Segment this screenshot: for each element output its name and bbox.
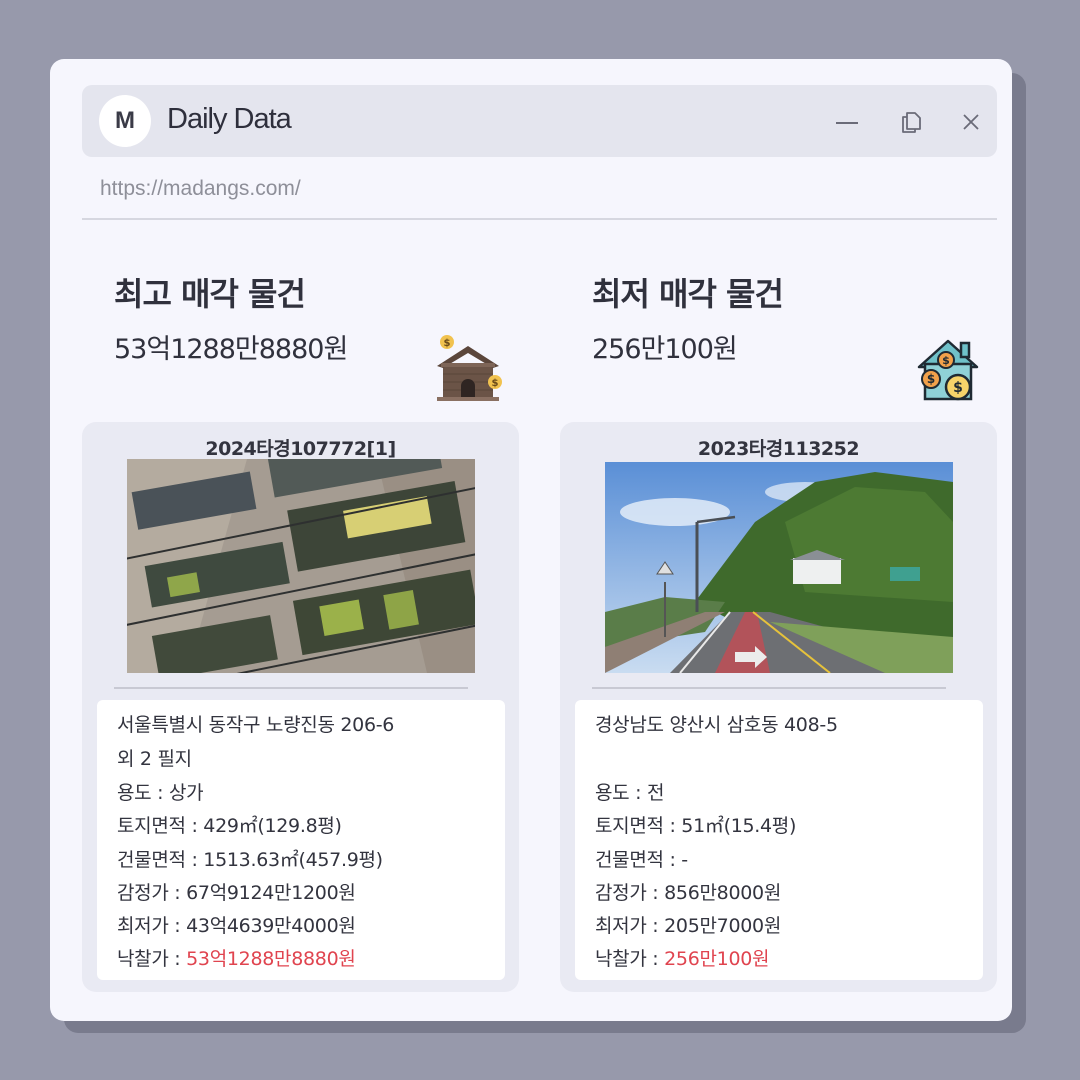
winning-bid-value: 256만100원 — [664, 948, 770, 970]
close-button[interactable] — [956, 107, 986, 137]
usage: 용도 : 상가 — [117, 782, 204, 804]
svg-text:$: $ — [953, 380, 963, 396]
minimum-price: 최저가 : 43억4639만4000원 — [117, 915, 356, 937]
case-number[interactable]: 2024타경107772[1] — [82, 434, 519, 461]
svg-text:$: $ — [942, 354, 950, 367]
house-coins-icon: $ $ $ — [917, 339, 979, 401]
highest-price: 53억1288만8880원 — [114, 334, 348, 365]
land-area: 토지면적 : 429㎡(129.8평) — [117, 815, 342, 837]
close-icon — [963, 114, 979, 130]
svg-text:$: $ — [444, 338, 451, 349]
restore-button[interactable] — [896, 107, 926, 137]
property-info: 경상남도 양산시 삼호동 408-5 용도 : 전 토지면적 : 51㎡(15.… — [575, 700, 983, 980]
app-window: M Daily Data https://madangs.com/ 최고 매각 … — [50, 59, 1012, 1021]
address-line-1: 서울특별시 동작구 노량진동 206-6 — [117, 714, 395, 736]
url-text[interactable]: https://madangs.com/ — [100, 177, 301, 201]
usage: 용도 : 전 — [595, 782, 665, 804]
lowest-property-card[interactable]: 2023타경113252 경상남도 양산시 삼호동 408-5 용도: 전 토… — [560, 422, 997, 992]
property-photo[interactable] — [127, 459, 475, 673]
lowest-heading: 최저 매각 물건 — [592, 275, 784, 313]
highest-property-card[interactable]: 2024타경107772[1] 서울특별시 동작구 노량진동 206-6 외 2… — [82, 422, 519, 992]
minimize-icon — [836, 122, 858, 124]
card-divider — [592, 687, 946, 689]
winning-bid-value: 53억1288만8880원 — [186, 948, 356, 970]
house-money-icon: $ $ — [437, 335, 502, 401]
appraisal-price: 감정가 : 856만8000원 — [595, 882, 781, 904]
winning-bid-label: 낙찰가 : — [117, 948, 187, 970]
app-logo: M — [99, 95, 151, 147]
winning-bid-label: 낙찰가 : — [595, 948, 665, 970]
card-divider — [114, 687, 468, 689]
header-divider — [82, 218, 997, 220]
winning-bid: 낙찰가 : 53억1288만8880원 — [117, 944, 356, 971]
appraisal-price: 감정가 : 67억9124만1200원 — [117, 882, 356, 904]
lowest-price: 256만100원 — [592, 334, 738, 365]
svg-text:$: $ — [492, 378, 499, 389]
address-line-2: 외 2 필지 — [117, 748, 192, 770]
property-photo[interactable] — [605, 462, 953, 673]
svg-text:$: $ — [927, 372, 935, 386]
case-number[interactable]: 2023타경113252 — [560, 434, 997, 461]
building-area: 건물면적 : 1513.63㎡(457.9평) — [117, 849, 383, 871]
minimize-button[interactable] — [832, 107, 862, 137]
minimum-price: 최저가 : 205만7000원 — [595, 915, 781, 937]
building-area: 건물면적 : - — [595, 849, 688, 871]
winning-bid: 낙찰가 : 256만100원 — [595, 944, 770, 971]
property-info: 서울특별시 동작구 노량진동 206-6 외 2 필지 용도 : 상가 토지면적… — [97, 700, 505, 980]
app-title: Daily Data — [167, 103, 292, 135]
address-line-1: 경상남도 양산시 삼호동 408-5 — [595, 714, 838, 736]
highest-heading: 최고 매각 물건 — [114, 275, 306, 313]
title-bar: M Daily Data — [82, 85, 997, 157]
restore-icon — [902, 112, 921, 133]
land-area: 토지면적 : 51㎡(15.4평) — [595, 815, 797, 837]
